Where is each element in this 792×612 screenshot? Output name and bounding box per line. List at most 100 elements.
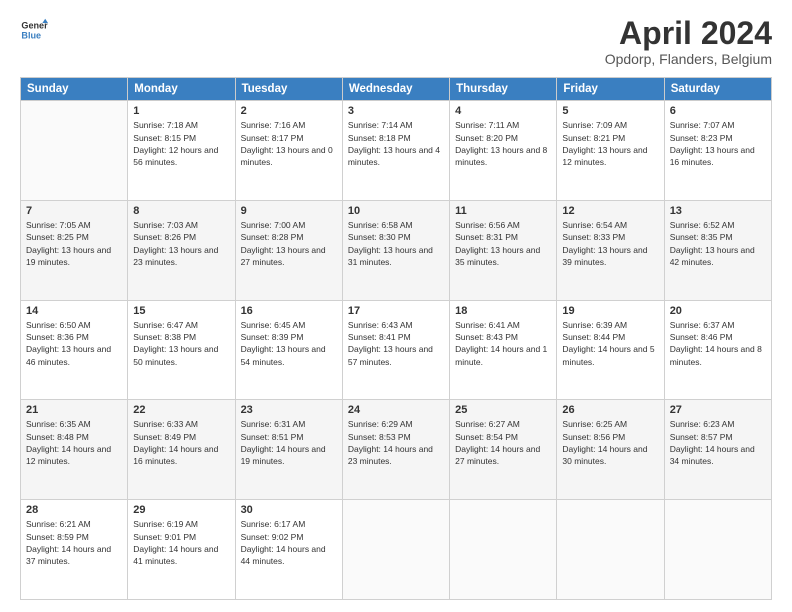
day-number: 24: [348, 404, 444, 416]
logo-icon: General Blue: [20, 16, 48, 44]
day-info: Sunrise: 7:14 AMSunset: 8:18 PMDaylight:…: [348, 119, 444, 168]
day-info: Sunrise: 7:09 AMSunset: 8:21 PMDaylight:…: [562, 119, 658, 168]
day-number: 25: [455, 404, 551, 416]
day-info: Sunrise: 7:00 AMSunset: 8:28 PMDaylight:…: [241, 219, 337, 268]
day-cell: 30 Sunrise: 6:17 AMSunset: 9:02 PMDayligh…: [235, 500, 342, 600]
day-number: 3: [348, 105, 444, 117]
day-cell: 3 Sunrise: 7:14 AMSunset: 8:18 PMDaylight…: [342, 101, 449, 201]
day-info: Sunrise: 6:25 AMSunset: 8:56 PMDaylight:…: [562, 418, 658, 467]
day-cell: 7 Sunrise: 7:05 AMSunset: 8:25 PMDaylight…: [21, 200, 128, 300]
day-number: 22: [133, 404, 229, 416]
day-info: Sunrise: 6:43 AMSunset: 8:41 PMDaylight:…: [348, 319, 444, 368]
header: General Blue April 2024 Opdorp, Flanders…: [20, 16, 772, 67]
day-cell: 5 Sunrise: 7:09 AMSunset: 8:21 PMDaylight…: [557, 101, 664, 201]
weekday-header-saturday: Saturday: [664, 78, 771, 101]
weekday-header-sunday: Sunday: [21, 78, 128, 101]
day-info: Sunrise: 6:29 AMSunset: 8:53 PMDaylight:…: [348, 418, 444, 467]
week-row-1: 1 Sunrise: 7:18 AMSunset: 8:15 PMDaylight…: [21, 101, 772, 201]
day-info: Sunrise: 6:47 AMSunset: 8:38 PMDaylight:…: [133, 319, 229, 368]
day-number: 4: [455, 105, 551, 117]
day-cell: 20 Sunrise: 6:37 AMSunset: 8:46 PMDayligh…: [664, 300, 771, 400]
weekday-header-wednesday: Wednesday: [342, 78, 449, 101]
day-cell: 4 Sunrise: 7:11 AMSunset: 8:20 PMDaylight…: [450, 101, 557, 201]
day-info: Sunrise: 6:56 AMSunset: 8:31 PMDaylight:…: [455, 219, 551, 268]
subtitle: Opdorp, Flanders, Belgium: [605, 51, 772, 67]
day-number: 17: [348, 305, 444, 317]
day-info: Sunrise: 6:52 AMSunset: 8:35 PMDaylight:…: [670, 219, 766, 268]
weekday-header-tuesday: Tuesday: [235, 78, 342, 101]
day-number: 11: [455, 205, 551, 217]
day-number: 9: [241, 205, 337, 217]
day-cell: 1 Sunrise: 7:18 AMSunset: 8:15 PMDaylight…: [128, 101, 235, 201]
day-info: Sunrise: 6:17 AMSunset: 9:02 PMDaylight:…: [241, 518, 337, 567]
day-number: 23: [241, 404, 337, 416]
day-cell: 18Sunrise: 6:41 AMSunset: 8:43 PMDayligh…: [450, 300, 557, 400]
day-number: 16: [241, 305, 337, 317]
day-cell: 28 Sunrise: 6:21 AMSunset: 8:59 PMDayligh…: [21, 500, 128, 600]
day-cell: [450, 500, 557, 600]
day-number: 6: [670, 105, 766, 117]
day-info: Sunrise: 7:05 AMSunset: 8:25 PMDaylight:…: [26, 219, 122, 268]
day-cell: [557, 500, 664, 600]
day-info: Sunrise: 6:33 AMSunset: 8:49 PMDaylight:…: [133, 418, 229, 467]
day-cell: 17 Sunrise: 6:43 AMSunset: 8:41 PMDayligh…: [342, 300, 449, 400]
day-cell: 21Sunrise: 6:35 AMSunset: 8:48 PMDayligh…: [21, 400, 128, 500]
day-number: 5: [562, 105, 658, 117]
day-cell: [664, 500, 771, 600]
day-cell: 29Sunrise: 6:19 AMSunset: 9:01 PMDayligh…: [128, 500, 235, 600]
day-cell: 11 Sunrise: 6:56 AMSunset: 8:31 PMDayligh…: [450, 200, 557, 300]
day-info: Sunrise: 7:16 AMSunset: 8:17 PMDaylight:…: [241, 119, 337, 168]
day-cell: [21, 101, 128, 201]
day-cell: 24 Sunrise: 6:29 AMSunset: 8:53 PMDayligh…: [342, 400, 449, 500]
day-cell: 22 Sunrise: 6:33 AMSunset: 8:49 PMDayligh…: [128, 400, 235, 500]
day-cell: 19 Sunrise: 6:39 AMSunset: 8:44 PMDayligh…: [557, 300, 664, 400]
day-number: 10: [348, 205, 444, 217]
day-cell: 10Sunrise: 6:58 AMSunset: 8:30 PMDayligh…: [342, 200, 449, 300]
day-info: Sunrise: 6:54 AMSunset: 8:33 PMDaylight:…: [562, 219, 658, 268]
day-cell: 8 Sunrise: 7:03 AMSunset: 8:26 PMDaylight…: [128, 200, 235, 300]
day-info: Sunrise: 6:37 AMSunset: 8:46 PMDaylight:…: [670, 319, 766, 368]
day-info: Sunrise: 7:07 AMSunset: 8:23 PMDaylight:…: [670, 119, 766, 168]
day-info: Sunrise: 7:11 AMSunset: 8:20 PMDaylight:…: [455, 119, 551, 168]
day-number: 7: [26, 205, 122, 217]
week-row-2: 7 Sunrise: 7:05 AMSunset: 8:25 PMDaylight…: [21, 200, 772, 300]
day-cell: 9 Sunrise: 7:00 AMSunset: 8:28 PMDaylight…: [235, 200, 342, 300]
day-number: 29: [133, 504, 229, 516]
day-number: 1: [133, 105, 229, 117]
day-number: 8: [133, 205, 229, 217]
weekday-header-thursday: Thursday: [450, 78, 557, 101]
day-info: Sunrise: 6:23 AMSunset: 8:57 PMDaylight:…: [670, 418, 766, 467]
day-info: Sunrise: 6:31 AMSunset: 8:51 PMDaylight:…: [241, 418, 337, 467]
day-cell: 16 Sunrise: 6:45 AMSunset: 8:39 PMDayligh…: [235, 300, 342, 400]
day-info: Sunrise: 6:39 AMSunset: 8:44 PMDaylight:…: [562, 319, 658, 368]
day-info: Sunrise: 7:18 AMSunset: 8:15 PMDaylight:…: [133, 119, 229, 168]
day-number: 2: [241, 105, 337, 117]
day-number: 28: [26, 504, 122, 516]
day-number: 27: [670, 404, 766, 416]
day-number: 13: [670, 205, 766, 217]
day-number: 26: [562, 404, 658, 416]
day-cell: 12 Sunrise: 6:54 AMSunset: 8:33 PMDayligh…: [557, 200, 664, 300]
week-row-3: 14 Sunrise: 6:50 AMSunset: 8:36 PMDayligh…: [21, 300, 772, 400]
day-info: Sunrise: 6:45 AMSunset: 8:39 PMDaylight:…: [241, 319, 337, 368]
day-cell: 23 Sunrise: 6:31 AMSunset: 8:51 PMDayligh…: [235, 400, 342, 500]
day-info: Sunrise: 7:03 AMSunset: 8:26 PMDaylight:…: [133, 219, 229, 268]
day-number: 30: [241, 504, 337, 516]
weekday-header-friday: Friday: [557, 78, 664, 101]
day-info: Sunrise: 6:50 AMSunset: 8:36 PMDaylight:…: [26, 319, 122, 368]
day-number: 21: [26, 404, 122, 416]
day-number: 15: [133, 305, 229, 317]
day-info: Sunrise: 6:21 AMSunset: 8:59 PMDaylight:…: [26, 518, 122, 567]
weekday-header-monday: Monday: [128, 78, 235, 101]
day-cell: [342, 500, 449, 600]
day-number: 14: [26, 305, 122, 317]
week-row-4: 21Sunrise: 6:35 AMSunset: 8:48 PMDayligh…: [21, 400, 772, 500]
day-cell: 26 Sunrise: 6:25 AMSunset: 8:56 PMDayligh…: [557, 400, 664, 500]
main-title: April 2024: [605, 16, 772, 51]
day-info: Sunrise: 6:27 AMSunset: 8:54 PMDaylight:…: [455, 418, 551, 467]
day-number: 20: [670, 305, 766, 317]
title-block: April 2024 Opdorp, Flanders, Belgium: [605, 16, 772, 67]
day-cell: 25 Sunrise: 6:27 AMSunset: 8:54 PMDayligh…: [450, 400, 557, 500]
day-number: 12: [562, 205, 658, 217]
day-number: 19: [562, 305, 658, 317]
